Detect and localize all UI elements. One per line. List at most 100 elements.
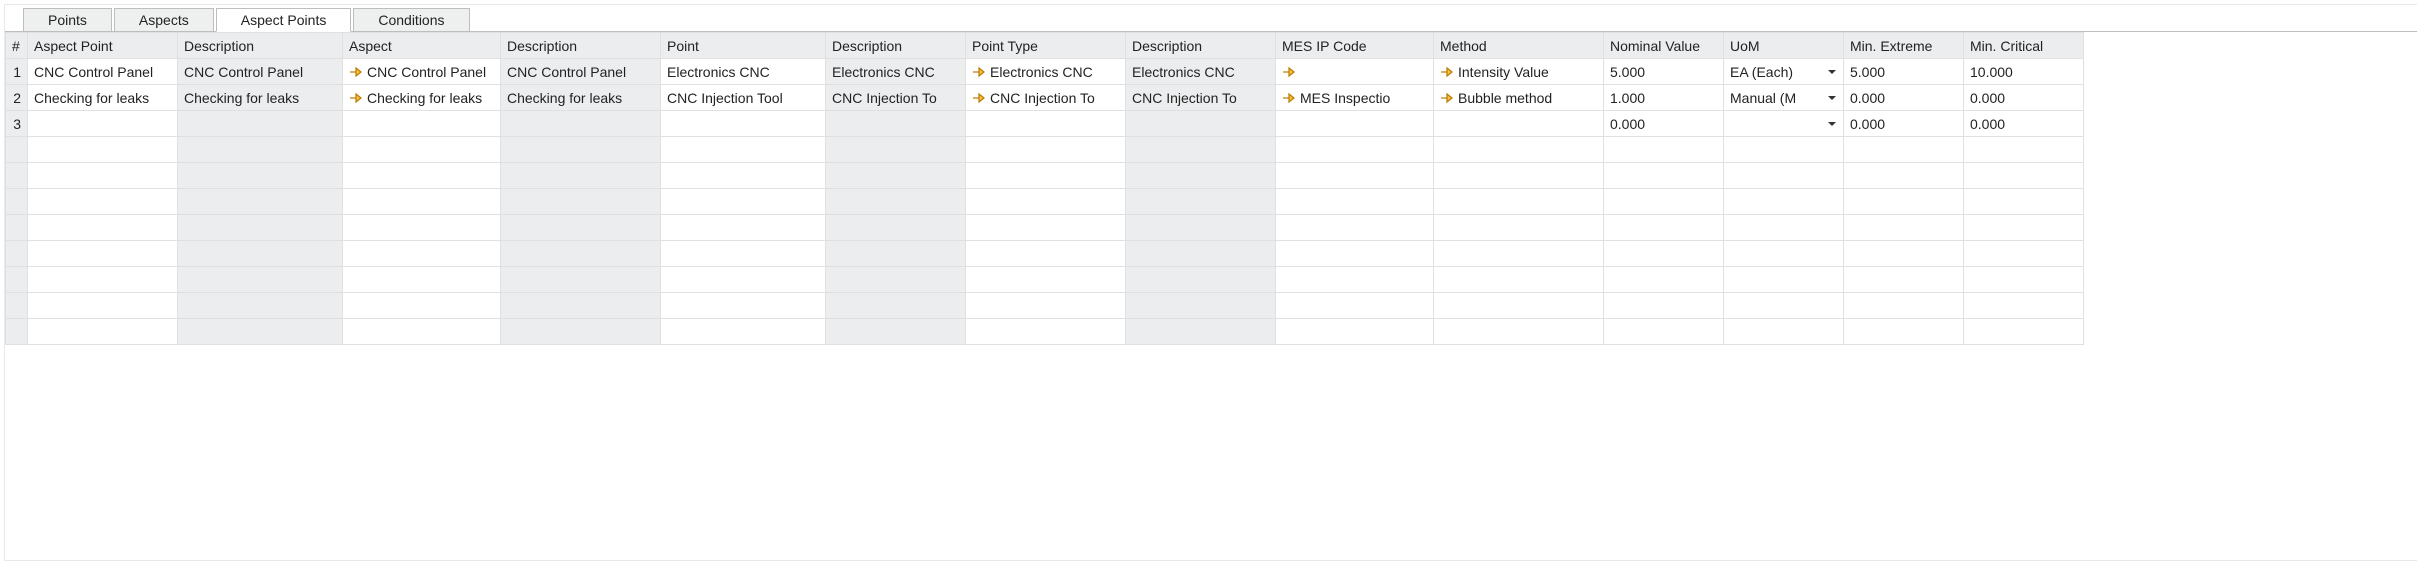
cell-point[interactable]: [661, 241, 826, 267]
cell-mes_ip[interactable]: MES Inspectio: [1276, 85, 1434, 111]
cell-aspect[interactable]: [343, 189, 501, 215]
cell-mes_ip[interactable]: [1276, 215, 1434, 241]
tab-aspects[interactable]: Aspects: [114, 8, 214, 32]
cell-min_ext[interactable]: [1844, 293, 1964, 319]
cell-uom[interactable]: [1724, 189, 1844, 215]
tab-points[interactable]: Points: [23, 8, 112, 32]
tab-aspect-points[interactable]: Aspect Points: [216, 8, 352, 32]
cell-nominal[interactable]: [1604, 267, 1724, 293]
cell-aspect_point[interactable]: Checking for leaks: [28, 85, 178, 111]
cell-uom[interactable]: [1724, 111, 1844, 137]
cell-aspect[interactable]: [343, 137, 501, 163]
cell-aspect[interactable]: [343, 293, 501, 319]
cell-min_crit[interactable]: 10.000: [1964, 59, 2084, 85]
cell-min_ext[interactable]: [1844, 267, 1964, 293]
table-row-empty[interactable]: [6, 163, 2084, 189]
cell-min_crit[interactable]: [1964, 241, 2084, 267]
cell-min_ext[interactable]: [1844, 241, 1964, 267]
cell-point[interactable]: [661, 215, 826, 241]
cell-point_type[interactable]: [966, 215, 1126, 241]
cell-nominal[interactable]: [1604, 241, 1724, 267]
col-header-min_ext[interactable]: Min. Extreme: [1844, 33, 1964, 59]
cell-mes_ip[interactable]: [1276, 111, 1434, 137]
cell-uom[interactable]: [1724, 241, 1844, 267]
cell-min_ext[interactable]: 0.000: [1844, 85, 1964, 111]
cell-min_crit[interactable]: [1964, 319, 2084, 345]
col-header-point_type_desc[interactable]: Description: [1126, 33, 1276, 59]
col-header-aspect[interactable]: Aspect: [343, 33, 501, 59]
cell-point[interactable]: [661, 163, 826, 189]
cell-min_crit[interactable]: 0.000: [1964, 85, 2084, 111]
cell-aspect[interactable]: [343, 215, 501, 241]
cell-point[interactable]: [661, 111, 826, 137]
table-row-empty[interactable]: [6, 215, 2084, 241]
cell-aspect_point[interactable]: [28, 267, 178, 293]
cell-uom[interactable]: Manual (M: [1724, 85, 1844, 111]
cell-min_ext[interactable]: [1844, 163, 1964, 189]
cell-point[interactable]: [661, 267, 826, 293]
cell-point_type[interactable]: [966, 267, 1126, 293]
cell-mes_ip[interactable]: [1276, 319, 1434, 345]
cell-method[interactable]: [1434, 319, 1604, 345]
cell-method[interactable]: [1434, 241, 1604, 267]
cell-aspect_point[interactable]: [28, 189, 178, 215]
cell-nominal[interactable]: 5.000: [1604, 59, 1724, 85]
cell-nominal[interactable]: [1604, 163, 1724, 189]
col-header-aspect_point_desc[interactable]: Description: [178, 33, 343, 59]
cell-min_crit[interactable]: [1964, 137, 2084, 163]
cell-aspect[interactable]: [343, 319, 501, 345]
cell-method[interactable]: [1434, 137, 1604, 163]
cell-aspect[interactable]: [343, 163, 501, 189]
table-row-empty[interactable]: [6, 241, 2084, 267]
cell-mes_ip[interactable]: [1276, 59, 1434, 85]
cell-point[interactable]: [661, 189, 826, 215]
cell-aspect[interactable]: CNC Control Panel: [343, 59, 501, 85]
cell-point[interactable]: [661, 137, 826, 163]
cell-point[interactable]: [661, 319, 826, 345]
cell-min_crit[interactable]: [1964, 267, 2084, 293]
cell-point_type[interactable]: [966, 319, 1126, 345]
cell-uom[interactable]: [1724, 319, 1844, 345]
cell-min_ext[interactable]: [1844, 319, 1964, 345]
cell-uom[interactable]: [1724, 267, 1844, 293]
cell-method[interactable]: [1434, 215, 1604, 241]
cell-min_crit[interactable]: [1964, 215, 2084, 241]
cell-mes_ip[interactable]: [1276, 189, 1434, 215]
cell-nominal[interactable]: 0.000: [1604, 111, 1724, 137]
cell-point_type[interactable]: [966, 241, 1126, 267]
cell-min_ext[interactable]: [1844, 137, 1964, 163]
cell-aspect_point[interactable]: [28, 137, 178, 163]
cell-aspect_point[interactable]: [28, 215, 178, 241]
col-header-method[interactable]: Method: [1434, 33, 1604, 59]
grid-scroll-area[interactable]: #Aspect PointDescriptionAspectDescriptio…: [5, 31, 2417, 551]
col-header-aspect_desc[interactable]: Description: [501, 33, 661, 59]
table-row[interactable]: 30.0000.0000.000: [6, 111, 2084, 137]
cell-point[interactable]: CNC Injection Tool: [661, 85, 826, 111]
cell-min_crit[interactable]: 0.000: [1964, 111, 2084, 137]
cell-method[interactable]: Intensity Value: [1434, 59, 1604, 85]
cell-nominal[interactable]: [1604, 189, 1724, 215]
cell-min_crit[interactable]: [1964, 189, 2084, 215]
cell-aspect_point[interactable]: [28, 163, 178, 189]
table-row-empty[interactable]: [6, 319, 2084, 345]
cell-aspect_point[interactable]: CNC Control Panel: [28, 59, 178, 85]
cell-uom[interactable]: EA (Each): [1724, 59, 1844, 85]
col-header-nominal[interactable]: Nominal Value: [1604, 33, 1724, 59]
cell-method[interactable]: [1434, 189, 1604, 215]
col-header-point_desc[interactable]: Description: [826, 33, 966, 59]
cell-point[interactable]: [661, 293, 826, 319]
cell-point_type[interactable]: CNC Injection To: [966, 85, 1126, 111]
table-row-empty[interactable]: [6, 267, 2084, 293]
cell-point_type[interactable]: [966, 111, 1126, 137]
cell-point_type[interactable]: [966, 163, 1126, 189]
cell-aspect[interactable]: Checking for leaks: [343, 85, 501, 111]
cell-uom[interactable]: [1724, 215, 1844, 241]
table-row-empty[interactable]: [6, 293, 2084, 319]
cell-mes_ip[interactable]: [1276, 267, 1434, 293]
tab-conditions[interactable]: Conditions: [353, 8, 469, 32]
cell-min_ext[interactable]: 0.000: [1844, 111, 1964, 137]
table-row[interactable]: 1CNC Control PanelCNC Control PanelCNC C…: [6, 59, 2084, 85]
cell-method[interactable]: [1434, 111, 1604, 137]
cell-aspect_point[interactable]: [28, 293, 178, 319]
cell-point_type[interactable]: [966, 137, 1126, 163]
